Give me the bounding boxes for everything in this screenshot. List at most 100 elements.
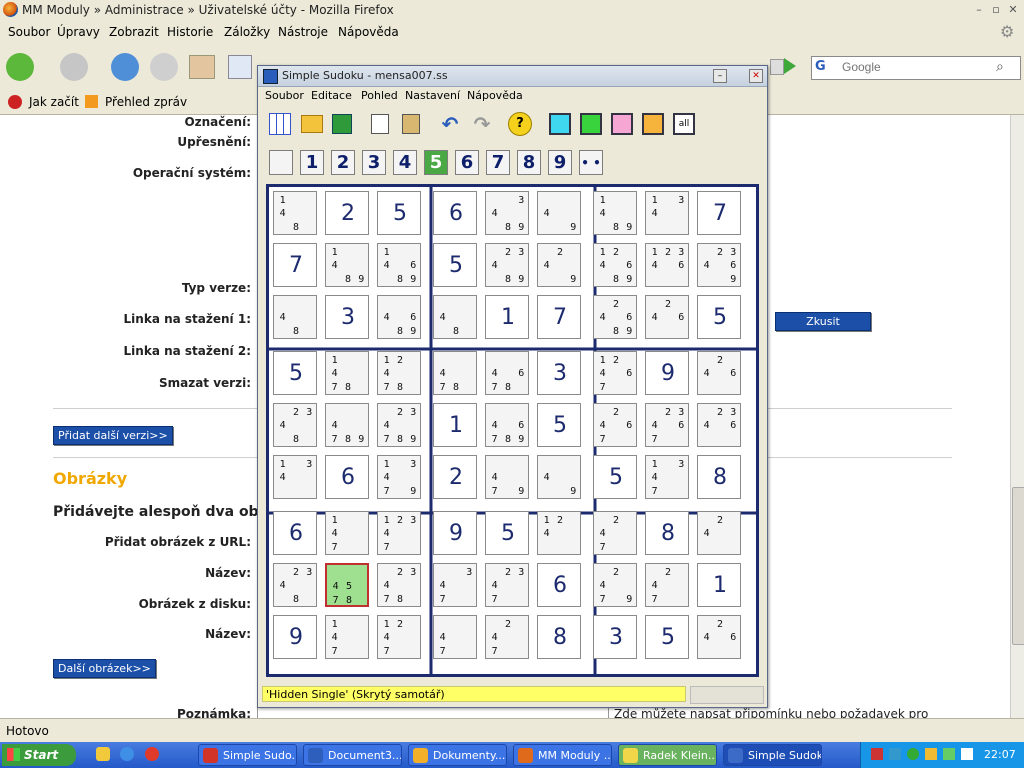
sudoku-cell[interactable]: 9 [645, 351, 689, 395]
home-icon[interactable] [189, 55, 215, 79]
sudoku-cell[interactable]: 4689 [377, 295, 421, 339]
quicklaunch-icon[interactable] [145, 747, 159, 761]
minimize-icon[interactable]: – [972, 3, 986, 16]
restore-icon[interactable]: ▫ [989, 3, 1003, 16]
quicklaunch-icon[interactable] [96, 747, 110, 761]
color-cyan-icon[interactable] [548, 112, 572, 136]
sudoku-cell[interactable]: 4578 [325, 563, 369, 607]
sudoku-cell[interactable]: 247 [485, 615, 529, 659]
sudoku-cell[interactable]: 5 [485, 511, 529, 555]
sudoku-close-icon[interactable]: ✕ [749, 69, 763, 83]
sudoku-cell[interactable]: 148 [273, 191, 317, 235]
sudoku-cell[interactable]: 4678 [485, 351, 529, 395]
sudoku-cell[interactable]: 247 [645, 563, 689, 607]
sudoku-cell[interactable]: 5 [433, 243, 477, 287]
sudoku-cell[interactable]: 12347 [377, 511, 421, 555]
undo-icon[interactable]: ↶ [438, 112, 462, 136]
sudoku-cell[interactable]: 13479 [377, 455, 421, 499]
search-input[interactable] [842, 58, 990, 76]
sudoku-cell[interactable]: 23478 [377, 563, 421, 607]
sudoku-cell[interactable]: 1347 [645, 455, 689, 499]
sudoku-cell[interactable]: 1 [433, 403, 477, 447]
menu-napoveda[interactable]: Nápověda [338, 25, 399, 39]
digit-button-9[interactable]: 9 [548, 150, 572, 175]
sudoku-cell[interactable]: 5 [593, 455, 637, 499]
sudoku-menu-soubor[interactable]: Soubor [265, 89, 304, 102]
sudoku-cell[interactable]: 478 [433, 351, 477, 395]
task-document3[interactable]: Document3... [303, 744, 402, 766]
tray-icon[interactable] [871, 748, 883, 760]
scroll-thumb[interactable] [1012, 487, 1024, 645]
sudoku-cell[interactable]: 24689 [593, 295, 637, 339]
digit-button-1[interactable]: 1 [300, 150, 324, 175]
sudoku-cell[interactable]: 2467 [593, 403, 637, 447]
go-icon[interactable] [784, 58, 796, 74]
sudoku-cell[interactable]: 1 [697, 563, 741, 607]
sudoku-cell[interactable]: 5 [645, 615, 689, 659]
sudoku-cell[interactable]: 48 [273, 295, 317, 339]
sudoku-menu-pohled[interactable]: Pohled [361, 89, 398, 102]
sudoku-cell[interactable]: 5 [537, 403, 581, 447]
sudoku-cell[interactable]: 134 [645, 191, 689, 235]
sudoku-cell[interactable]: 4789 [325, 403, 369, 447]
sudoku-cell[interactable]: 3489 [485, 191, 529, 235]
sudoku-cell[interactable]: 9 [433, 511, 477, 555]
digit-button-6[interactable]: 6 [455, 150, 479, 175]
bookmark-jak-zacit[interactable]: Jak začít [29, 95, 79, 109]
sudoku-cell[interactable]: 12478 [377, 351, 421, 395]
sudoku-cell[interactable]: 6 [433, 191, 477, 235]
color-pink-icon[interactable] [610, 112, 634, 136]
sudoku-cell[interactable]: 12467 [593, 351, 637, 395]
grid-icon[interactable] [268, 112, 292, 136]
redo-icon[interactable]: ↷ [470, 112, 494, 136]
url-dropdown-icon[interactable] [770, 59, 784, 75]
sudoku-cell[interactable]: 48 [433, 295, 477, 339]
help-icon[interactable]: ? [508, 112, 532, 136]
sudoku-cell[interactable]: 5 [697, 295, 741, 339]
task-radek-klein[interactable]: Radek Klein... [618, 744, 717, 766]
sudoku-cell[interactable]: 23469 [697, 243, 741, 287]
try-button[interactable]: Zkusit [775, 312, 871, 331]
digit-clear-button[interactable] [269, 150, 293, 175]
sudoku-cell[interactable]: 8 [645, 511, 689, 555]
sudoku-cell[interactable]: 1 [485, 295, 529, 339]
paste-icon[interactable] [399, 112, 423, 136]
start-button[interactable]: Start [2, 744, 76, 766]
digit-button-4[interactable]: 4 [393, 150, 417, 175]
reload-icon[interactable] [111, 53, 139, 81]
sudoku-cell[interactable]: 1489 [325, 243, 369, 287]
volume-icon[interactable] [961, 748, 973, 760]
task-simple-sudoku-1[interactable]: Simple Sudo... [198, 744, 297, 766]
sudoku-cell[interactable]: 23467 [645, 403, 689, 447]
sudoku-cell[interactable]: 49 [537, 455, 581, 499]
menu-zobrazit[interactable]: Zobrazit [109, 25, 159, 39]
menu-zalozky[interactable]: Záložky [224, 25, 270, 39]
sudoku-cell[interactable]: 5 [273, 351, 317, 395]
tray-icon[interactable] [907, 748, 919, 760]
sudoku-cell[interactable]: 12346 [645, 243, 689, 287]
sudoku-cell[interactable]: 234789 [377, 403, 421, 447]
bivalue-button[interactable]: • • [579, 150, 603, 175]
sudoku-cell[interactable]: 2479 [593, 563, 637, 607]
sudoku-cell[interactable]: 7 [537, 295, 581, 339]
sudoku-cell[interactable]: 1489 [593, 191, 637, 235]
sudoku-cell[interactable]: 479 [485, 455, 529, 499]
add-version-button[interactable]: Přidat další verzi>> [53, 426, 173, 445]
menu-nastroje[interactable]: Nástroje [278, 25, 328, 39]
menu-upravy[interactable]: Úpravy [57, 25, 100, 39]
search-icon[interactable]: ⌕ [996, 59, 1004, 75]
sudoku-cell[interactable]: 23489 [485, 243, 529, 287]
sudoku-cell[interactable]: 1247 [377, 615, 421, 659]
quicklaunch-icon[interactable] [120, 747, 134, 761]
next-image-button[interactable]: Další obrázek>> [53, 659, 156, 678]
sudoku-cell[interactable]: 2 [433, 455, 477, 499]
sudoku-cell[interactable]: 246 [645, 295, 689, 339]
sudoku-cell[interactable]: 3 [537, 351, 581, 395]
sudoku-cell[interactable]: 6 [325, 455, 369, 499]
digit-button-8[interactable]: 8 [517, 150, 541, 175]
open-folder-icon[interactable] [300, 112, 324, 136]
sudoku-cell[interactable]: 2 [325, 191, 369, 235]
sudoku-cell[interactable]: 49 [537, 191, 581, 235]
sudoku-cell[interactable]: 3 [325, 295, 369, 339]
sudoku-cell[interactable]: 24 [697, 511, 741, 555]
